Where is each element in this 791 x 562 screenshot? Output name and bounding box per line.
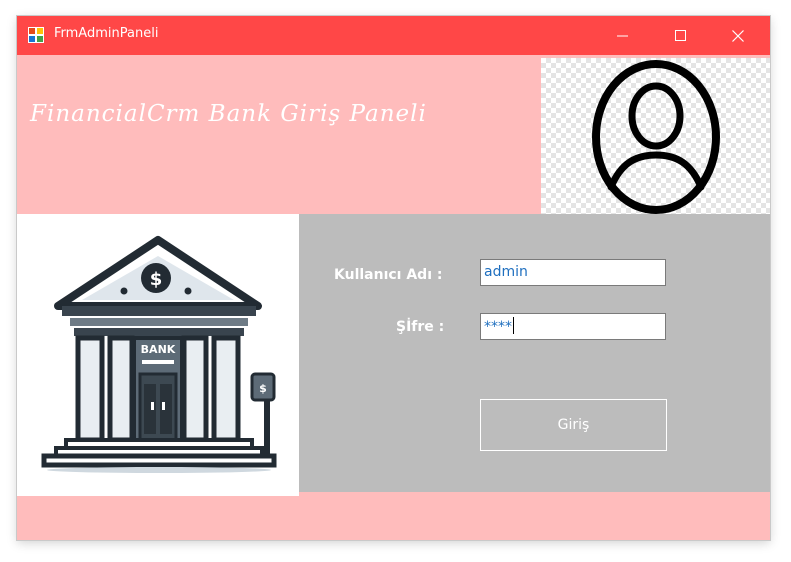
bank-building-icon: $ BANK $	[41, 236, 277, 473]
bank-illustration: $ BANK $	[17, 214, 299, 496]
username-value: admin	[484, 264, 528, 280]
login-button[interactable]: Giriş	[480, 399, 667, 451]
sign-dollar-symbol: $	[259, 382, 267, 395]
maximize-icon	[675, 30, 686, 41]
dollar-symbol: $	[150, 269, 163, 290]
password-value: ****	[484, 319, 512, 335]
username-input[interactable]: admin	[480, 259, 666, 286]
login-button-label: Giriş	[557, 417, 590, 433]
avatar-picture	[541, 58, 770, 214]
text-caret	[513, 317, 514, 334]
header-panel: FinancialCrm Bank Giriş Paneli	[17, 58, 770, 214]
minimize-icon	[617, 35, 628, 37]
window-title: FrmAdminPaneli	[54, 26, 159, 41]
user-avatar-icon	[592, 60, 720, 214]
password-label: Şİfre :	[396, 319, 445, 335]
login-panel: Kullanıcı Adı : admin Şİfre : **** Giriş	[299, 214, 770, 492]
password-input[interactable]: ****	[480, 313, 666, 340]
app-icon	[28, 27, 44, 43]
bank-sign-text: BANK	[141, 343, 176, 356]
login-window: FrmAdminPaneli FinancialCrm Bank Giriş P…	[17, 16, 770, 540]
header-title: FinancialCrm Bank Giriş Paneli	[30, 101, 427, 127]
username-label: Kullanıcı Adı :	[334, 267, 443, 283]
minimize-button[interactable]	[599, 16, 645, 55]
title-bar[interactable]: FrmAdminPaneli	[17, 16, 770, 55]
close-icon	[732, 30, 744, 42]
maximize-button[interactable]	[657, 16, 703, 55]
close-button[interactable]	[714, 16, 760, 55]
